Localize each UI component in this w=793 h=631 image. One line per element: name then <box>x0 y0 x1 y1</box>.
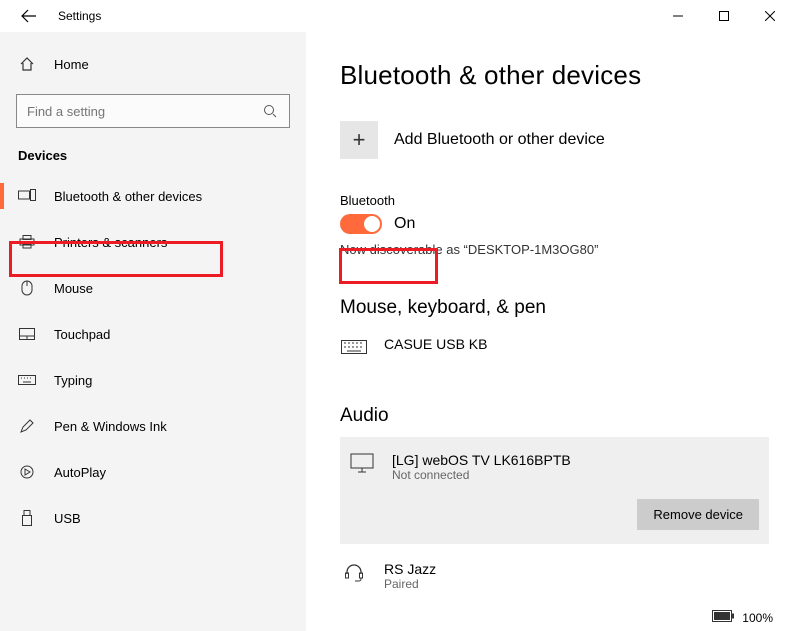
search-icon <box>261 102 279 120</box>
nav-label: Pen & Windows Ink <box>54 419 167 434</box>
plus-icon: + <box>340 121 378 159</box>
back-arrow-icon <box>21 8 37 24</box>
nav-label: Typing <box>54 373 92 388</box>
page-title: Bluetooth & other devices <box>340 60 769 91</box>
battery-percent: 100% <box>742 611 773 625</box>
search-box[interactable] <box>16 94 290 128</box>
headset-icon <box>340 561 368 583</box>
battery-icon <box>712 610 734 625</box>
nav-list: Bluetooth & other devices Printers & sca… <box>0 173 306 541</box>
battery-status: 100% <box>712 610 773 625</box>
usb-icon <box>18 509 36 527</box>
discoverable-text: Now discoverable as “DESKTOP-1M3OG80” <box>340 242 769 257</box>
home-icon <box>18 55 36 73</box>
titlebar: Settings <box>0 0 793 32</box>
nav-typing[interactable]: Typing <box>0 357 306 403</box>
nav-bluetooth[interactable]: Bluetooth & other devices <box>0 173 306 219</box>
bluetooth-toggle-row: On <box>340 214 769 234</box>
nav-touchpad[interactable]: Touchpad <box>0 311 306 357</box>
nav-label: AutoPlay <box>54 465 106 480</box>
back-button[interactable] <box>18 5 40 27</box>
section-label: Devices <box>18 148 306 163</box>
autoplay-icon <box>18 463 36 481</box>
keyboard-icon <box>18 371 36 389</box>
device-row-headset[interactable]: RS Jazz Paired <box>340 554 769 598</box>
paired-device-status: Paired <box>384 577 436 591</box>
nav-printers[interactable]: Printers & scanners <box>0 219 306 265</box>
device-name: CASUE USB KB <box>384 336 487 352</box>
nav-label: Printers & scanners <box>54 235 167 250</box>
search-input[interactable] <box>27 104 261 119</box>
add-device-row[interactable]: + Add Bluetooth or other device <box>340 121 769 159</box>
paired-device-name: RS Jazz <box>384 561 436 577</box>
monitor-icon <box>348 452 376 474</box>
printer-icon <box>18 233 36 251</box>
nav-label: Touchpad <box>54 327 110 342</box>
device-row-keyboard[interactable]: CASUE USB KB <box>340 329 769 365</box>
nav-usb[interactable]: USB <box>0 495 306 541</box>
add-device-label: Add Bluetooth or other device <box>394 131 605 149</box>
home-link[interactable]: Home <box>0 46 306 82</box>
nav-mouse[interactable]: Mouse <box>0 265 306 311</box>
main-content: Bluetooth & other devices + Add Bluetoot… <box>306 32 793 631</box>
audio-device-status: Not connected <box>392 468 571 482</box>
audio-heading: Audio <box>340 405 769 427</box>
audio-device-selected[interactable]: [LG] webOS TV LK616BPTB Not connected Re… <box>340 437 769 544</box>
pen-icon <box>18 417 36 435</box>
home-label: Home <box>54 57 89 72</box>
touchpad-icon <box>18 325 36 343</box>
bluetooth-state: On <box>394 215 415 233</box>
nav-pen[interactable]: Pen & Windows Ink <box>0 403 306 449</box>
audio-device-name: [LG] webOS TV LK616BPTB <box>392 452 571 468</box>
nav-label: Mouse <box>54 281 93 296</box>
bluetooth-toggle[interactable] <box>340 214 382 234</box>
window-controls <box>655 0 793 32</box>
mouse-icon <box>18 279 36 297</box>
bluetooth-label: Bluetooth <box>340 193 769 208</box>
keyboard-device-icon <box>340 336 368 358</box>
maximize-button[interactable] <box>701 0 747 32</box>
mkp-heading: Mouse, keyboard, & pen <box>340 297 769 319</box>
close-button[interactable] <box>747 0 793 32</box>
window-title: Settings <box>58 9 101 23</box>
nav-label: Bluetooth & other devices <box>54 189 202 204</box>
nav-autoplay[interactable]: AutoPlay <box>0 449 306 495</box>
remove-device-button[interactable]: Remove device <box>637 499 759 530</box>
devices-icon <box>18 187 36 205</box>
minimize-button[interactable] <box>655 0 701 32</box>
nav-label: USB <box>54 511 81 526</box>
sidebar: Home Devices Bluetooth & other devices P… <box>0 32 306 631</box>
